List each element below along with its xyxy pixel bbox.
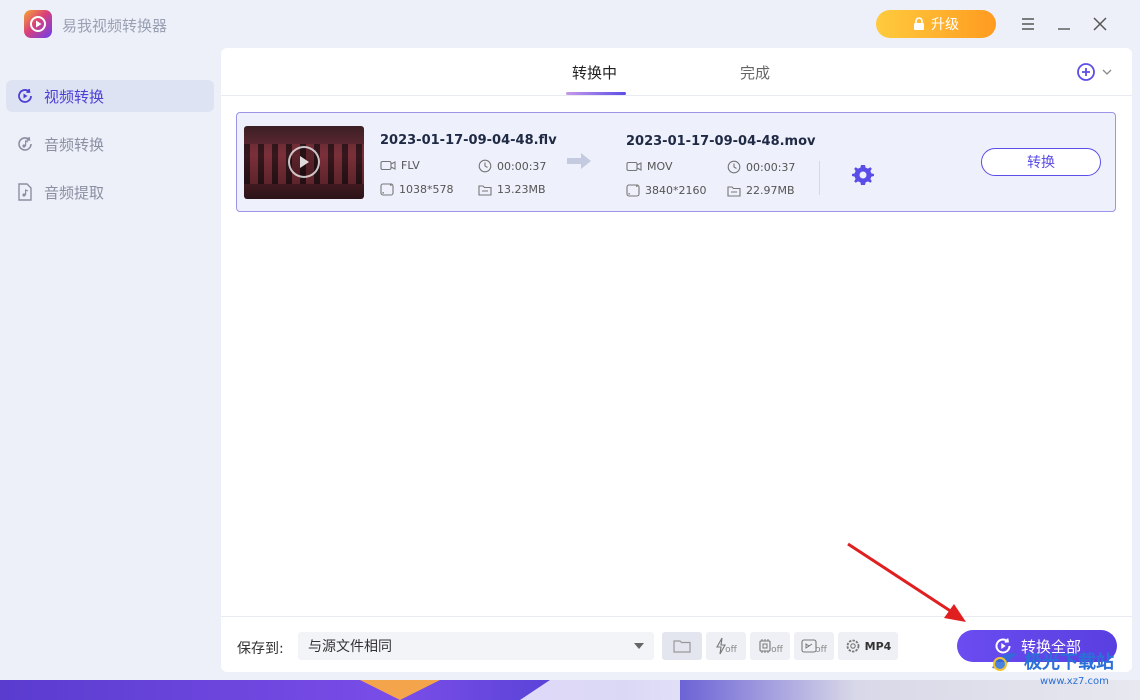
audio-convert-icon — [16, 135, 34, 153]
convert-button[interactable]: 转换 — [981, 148, 1101, 176]
folder-icon — [727, 185, 741, 197]
card-divider — [819, 161, 820, 195]
title-bar: 易我视频转换器 升级 — [0, 0, 1140, 48]
save-to-value: 与源文件相同 — [308, 639, 392, 655]
sidebar-item-label: 视频转换 — [44, 87, 105, 106]
play-icon[interactable] — [288, 146, 320, 178]
target-duration: 00:00:37 — [727, 160, 795, 174]
settings-gear-icon[interactable] — [851, 163, 875, 187]
close-icon[interactable] — [1088, 12, 1112, 36]
target-format: MOV — [626, 160, 672, 173]
decorative-shape — [520, 680, 680, 700]
tab-done[interactable]: 完成 — [740, 62, 770, 83]
resolution-icon — [626, 184, 640, 197]
source-resolution: 1038*578 — [380, 183, 454, 196]
dropdown-caret-icon — [634, 643, 644, 649]
folder-icon — [478, 184, 492, 196]
off-label: off — [771, 645, 783, 655]
open-folder-button[interactable] — [662, 632, 702, 660]
hardware-acceleration-toggle[interactable]: off — [706, 632, 746, 660]
video-camera-icon — [626, 161, 642, 172]
app-logo-icon — [24, 10, 52, 38]
off-label: off — [725, 645, 737, 655]
sidebar-item-label: 音频转换 — [44, 135, 105, 154]
lock-icon — [914, 17, 924, 30]
decorative-shape — [360, 680, 440, 700]
target-size: 22.97MB — [727, 184, 795, 197]
add-file-button[interactable] — [1076, 62, 1112, 82]
tab-underline — [566, 92, 626, 95]
app-title: 易我视频转换器 — [62, 17, 168, 35]
video-thumbnail[interactable] — [244, 126, 364, 199]
source-size: 13.23MB — [478, 183, 546, 196]
watermark-text: 极光下载站 — [1024, 652, 1114, 673]
source-duration: 00:00:37 — [478, 159, 546, 173]
audio-extract-icon — [16, 183, 34, 201]
watermark: 极光下载站 www.xz7.com — [990, 648, 1114, 687]
sidebar-item-audio-extract[interactable]: 音频提取 — [6, 176, 214, 208]
add-circle-icon — [1077, 63, 1095, 81]
tab-converting[interactable]: 转换中 — [572, 62, 617, 83]
folder-icon — [673, 640, 691, 653]
file-card[interactable]: 2023-01-17-09-04-48.flv FLV 00:00:37 103… — [236, 112, 1116, 212]
main-panel: 转换中 完成 2023-01-17-09-04-48.flv FLV 00:00… — [221, 48, 1132, 672]
output-format-button[interactable]: MP4 — [838, 632, 898, 660]
watermark-logo-icon — [992, 653, 1018, 671]
sidebar: 视频转换 音频转换 音频提取 — [0, 48, 220, 678]
tab-bar: 转换中 完成 — [221, 48, 1132, 96]
minimize-icon[interactable] — [1052, 12, 1076, 36]
output-format-label: MP4 — [864, 639, 892, 653]
settings-gear-icon — [846, 639, 860, 653]
sidebar-item-audio-convert[interactable]: 音频转换 — [6, 128, 214, 160]
source-file-name: 2023-01-17-09-04-48.flv — [380, 133, 557, 148]
video-camera-icon — [380, 160, 396, 171]
watermark-url: www.xz7.com — [1040, 676, 1109, 687]
save-to-select[interactable]: 与源文件相同 — [298, 632, 654, 660]
resolution-icon — [380, 183, 394, 196]
clock-icon — [478, 159, 492, 173]
menu-icon[interactable] — [1016, 12, 1040, 36]
annotation-arrow-icon — [847, 542, 966, 622]
upgrade-button[interactable]: 升级 — [876, 10, 996, 38]
video-convert-icon — [16, 87, 34, 105]
merge-toggle[interactable]: off — [794, 632, 834, 660]
chevron-down-icon — [1102, 69, 1112, 75]
source-format: FLV — [380, 159, 420, 172]
arrow-right-icon — [567, 153, 591, 169]
sidebar-item-label: 音频提取 — [44, 183, 105, 202]
target-file-name: 2023-01-17-09-04-48.mov — [626, 134, 816, 149]
save-to-label: 保存到: — [237, 641, 284, 657]
target-resolution: 3840*2160 — [626, 184, 707, 197]
clock-icon — [727, 160, 741, 174]
upgrade-label: 升级 — [931, 17, 959, 33]
sidebar-item-video-convert[interactable]: 视频转换 — [6, 80, 214, 112]
gpu-toggle[interactable]: off — [750, 632, 790, 660]
off-label: off — [815, 645, 827, 655]
